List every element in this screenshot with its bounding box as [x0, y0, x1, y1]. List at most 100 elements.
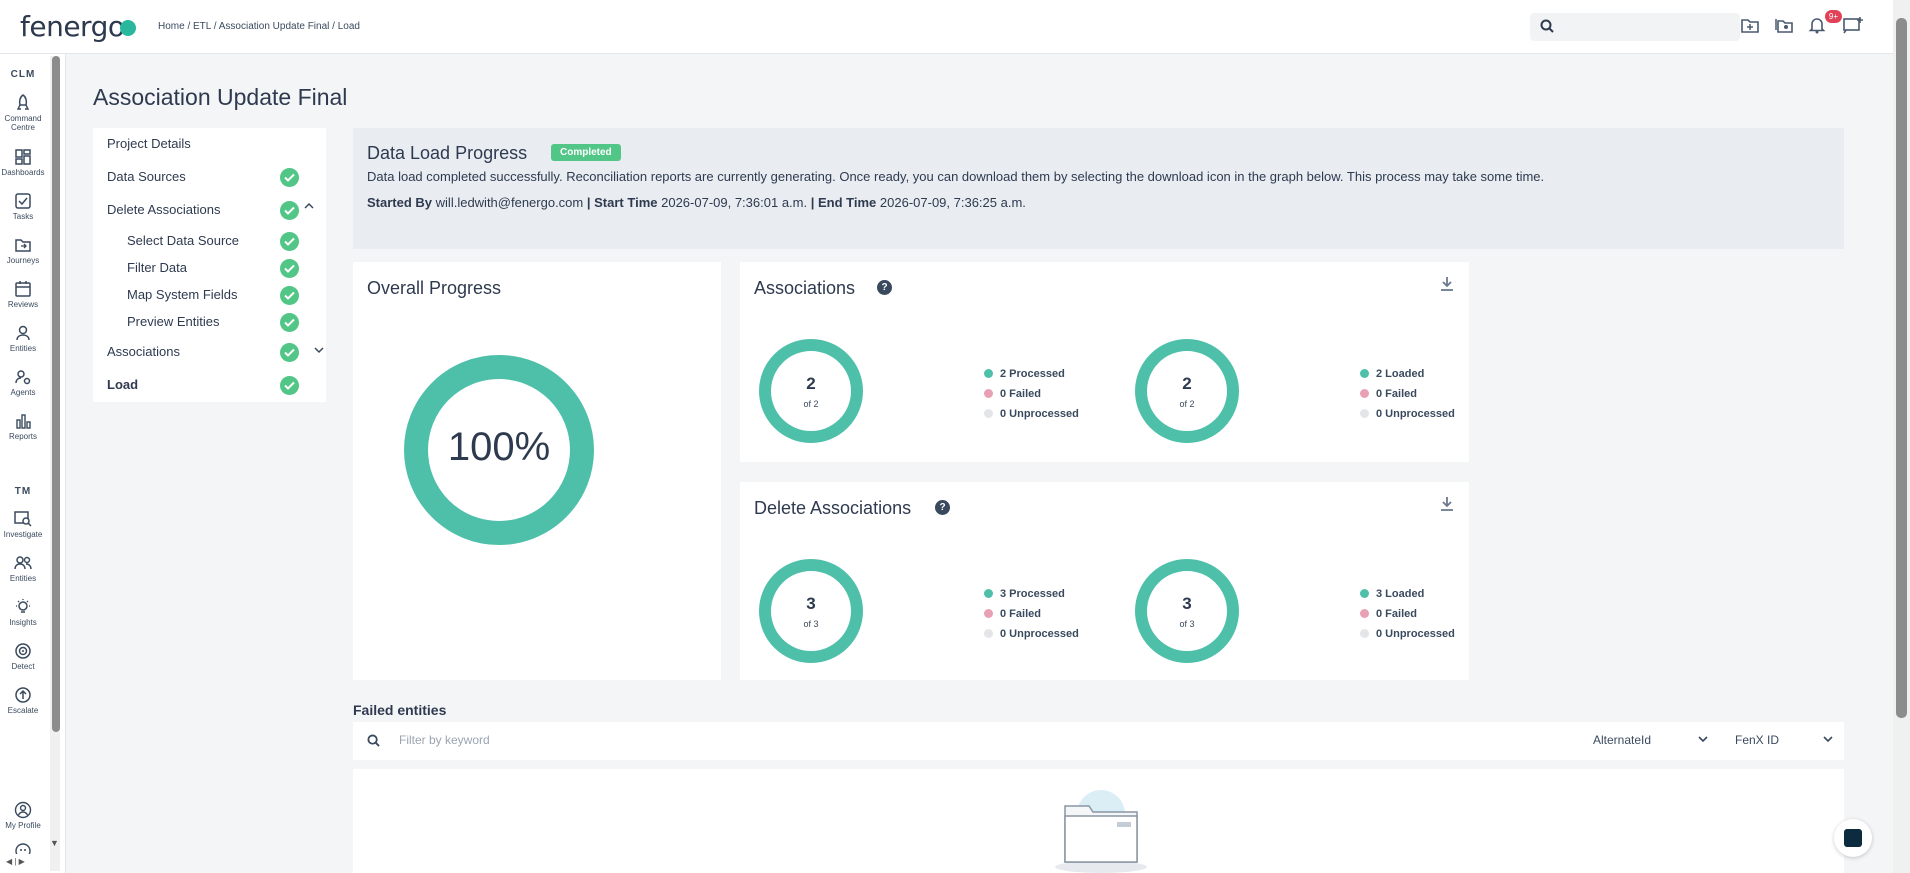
legend-label: 0 Failed: [1376, 388, 1417, 400]
load-metadata: Started By will.ledwith@fenergo.com | St…: [367, 195, 1026, 210]
alternateid-select[interactable]: AlternateId: [1593, 733, 1708, 747]
fenx-id-select[interactable]: FenX ID: [1735, 733, 1835, 747]
step-associations[interactable]: Associations: [107, 344, 180, 359]
processed-legend: 2 Processed 0 Failed 0 Unprocessed: [984, 364, 1079, 424]
loaded-count: 3: [1182, 594, 1192, 613]
processed-total: of 3: [803, 619, 819, 629]
legend-item: 3 Processed: [984, 584, 1079, 604]
processed-count: 3: [806, 594, 816, 613]
sidebar-scroll-arrows[interactable]: ◀ | ▶: [6, 857, 25, 866]
nav-label: Detect: [11, 662, 35, 671]
page-title: Association Update Final: [93, 84, 348, 110]
legend-item: 2 Processed: [984, 364, 1079, 384]
chevron-down-icon[interactable]: [314, 346, 324, 357]
agents-icon: [15, 370, 31, 385]
download-icon[interactable]: [1440, 276, 1454, 297]
global-search-input[interactable]: [1530, 13, 1740, 41]
step-delete-associations[interactable]: Delete Associations: [107, 202, 220, 217]
nav-tm-entities[interactable]: Entities: [0, 554, 46, 583]
legend-dot: [1360, 369, 1369, 378]
nav-label: Command Centre: [4, 114, 42, 132]
legend-item: 0 Failed: [984, 604, 1079, 624]
step-map-system-fields[interactable]: Map System Fields: [127, 287, 238, 302]
legend-dot: [984, 589, 993, 598]
step-complete-check-icon: [280, 232, 299, 251]
page-scrollbar-thumb[interactable]: [1896, 18, 1907, 718]
sidebar: CLM Command Centre Dashboards Tasks Jour…: [0, 54, 66, 873]
nav-entities[interactable]: Entities: [0, 324, 46, 353]
meta-separator: |: [586, 195, 591, 210]
nav-agents[interactable]: Agents: [0, 368, 46, 397]
assistant-chat-button[interactable]: [1834, 819, 1872, 857]
sidebar-scrollbar-thumb[interactable]: [52, 56, 60, 732]
nav-label: Journeys: [6, 256, 40, 265]
calendar-icon: [15, 281, 31, 297]
data-load-progress-panel: Data Load Progress Completed Data load c…: [353, 128, 1844, 249]
nav-label: Escalate: [7, 706, 39, 715]
help-icon[interactable]: ?: [935, 500, 950, 515]
start-time-label: Start Time: [594, 195, 658, 210]
page-scrollbar[interactable]: [1893, 0, 1910, 873]
nav-escalate[interactable]: Escalate: [0, 686, 46, 715]
step-data-sources[interactable]: Data Sources: [107, 169, 186, 184]
lightbulb-icon: [16, 599, 30, 613]
nav-reviews[interactable]: Reviews: [0, 280, 46, 309]
nav-tasks[interactable]: Tasks: [0, 192, 46, 221]
legend-dot: [984, 369, 993, 378]
help-icon[interactable]: ?: [877, 280, 892, 295]
new-message-icon[interactable]: [1842, 16, 1864, 38]
delete-associations-title: Delete Associations: [754, 498, 912, 518]
nav-label: Tasks: [12, 212, 34, 221]
nav-dashboards[interactable]: Dashboards: [0, 148, 46, 177]
tasks-icon: [15, 193, 31, 209]
chevron-down-icon: [1823, 735, 1833, 746]
step-preview-entities[interactable]: Preview Entities: [127, 314, 219, 329]
associations-title: Associations: [754, 278, 856, 298]
legend-label: 0 Failed: [1000, 388, 1041, 400]
sidebar-scroll-down-icon[interactable]: ▼: [50, 838, 59, 848]
processed-ring: 2 of 2: [758, 338, 864, 444]
processed-ring: 3 of 3: [758, 558, 864, 664]
notifications-bell-icon[interactable]: 9+: [1808, 10, 1842, 38]
step-load-active[interactable]: Load: [107, 377, 138, 392]
escalate-icon: [15, 687, 31, 703]
nav-assistant[interactable]: [0, 842, 46, 856]
legend-dot: [984, 389, 993, 398]
nav-my-profile[interactable]: My Profile: [0, 801, 46, 830]
legend-label: 0 Failed: [1000, 608, 1041, 620]
nav-command-centre[interactable]: Command Centre: [0, 94, 46, 132]
loaded-total: of 2: [1179, 399, 1195, 409]
target-icon: [15, 643, 31, 659]
overall-progress-ring: 100%: [404, 355, 594, 545]
loaded-count: 2: [1182, 374, 1192, 393]
breadcrumb[interactable]: Home / ETL / Association Update Final / …: [158, 21, 360, 32]
new-folder-icon[interactable]: [1740, 16, 1762, 38]
logo-dot: [120, 20, 137, 36]
delete-associations-card: Delete Associations ? 3 of 3 3 Processed…: [740, 482, 1469, 680]
legend-dot: [984, 409, 993, 418]
step-complete-check-icon: [280, 313, 299, 332]
step-project-details[interactable]: Project Details: [107, 136, 191, 151]
bar-chart-icon: [16, 414, 31, 429]
legend-label: 3 Processed: [1000, 588, 1065, 600]
step-select-data-source[interactable]: Select Data Source: [127, 233, 239, 248]
chevron-up-icon[interactable]: [304, 202, 314, 213]
logo-text: fenergo: [20, 10, 125, 43]
legend-dot: [1360, 389, 1369, 398]
started-by-label: Started By: [367, 195, 433, 210]
filter-keyword-input[interactable]: Filter by keyword: [399, 733, 490, 747]
nav-detect[interactable]: Detect: [0, 642, 46, 671]
nav-reports[interactable]: Reports: [0, 412, 46, 441]
step-complete-check-icon: [280, 343, 299, 362]
loaded-legend: 2 Loaded 0 Failed 0 Unprocessed: [1360, 364, 1455, 424]
step-filter-data[interactable]: Filter Data: [127, 260, 187, 275]
fenergo-logo[interactable]: fenergo: [20, 10, 137, 43]
nav-insights[interactable]: Insights: [0, 598, 46, 627]
folders-icon[interactable]: [1774, 16, 1796, 38]
download-icon[interactable]: [1440, 496, 1454, 517]
nav-label: Dashboards: [1, 168, 45, 177]
legend-item: 3 Loaded: [1360, 584, 1455, 604]
legend-label: 2 Loaded: [1376, 368, 1425, 380]
nav-investigate[interactable]: Investigate: [0, 510, 46, 539]
nav-journeys[interactable]: Journeys: [0, 236, 46, 265]
